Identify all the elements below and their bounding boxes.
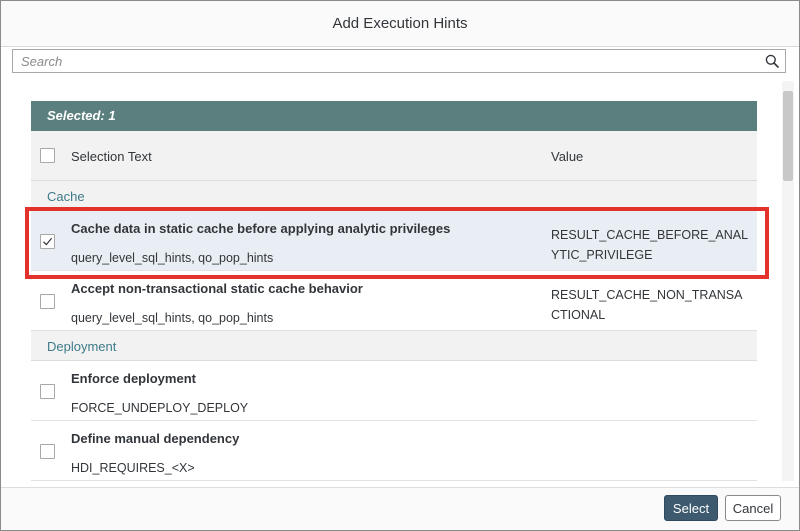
group-label: Cache	[47, 189, 85, 204]
scrollbar-thumb[interactable]	[783, 91, 793, 181]
row-title: Accept non-transactional static cache be…	[71, 281, 363, 296]
execution-hints-dialog: Add Execution Hints Selected: 1 Selectio…	[0, 0, 800, 531]
table-row[interactable]: Accept non-transactional static cache be…	[31, 271, 757, 331]
row-value: RESULT_CACHE_NON_TRANSACTIONAL	[551, 288, 743, 322]
select-button[interactable]: Select	[664, 495, 718, 521]
table-row[interactable]: Enforce deployment FORCE_UNDEPLOY_DEPLOY	[31, 361, 757, 421]
selection-count-bar: Selected: 1	[31, 101, 757, 131]
row-subtitle: HDI_REQUIRES_<X>	[71, 461, 195, 475]
group-header-cache: Cache	[31, 181, 757, 211]
checkmark-icon	[43, 237, 53, 246]
group-label: Deployment	[47, 339, 117, 354]
table-header: Selection Text Value	[31, 131, 757, 181]
select-all-checkbox[interactable]	[40, 148, 55, 163]
row-checkbox[interactable]	[40, 384, 55, 399]
row-title: Enforce deployment	[71, 371, 196, 386]
row-subtitle: query_level_sql_hints, qo_pop_hints	[71, 311, 274, 325]
table-row[interactable]: Cache data in static cache before applyi…	[31, 211, 757, 271]
column-header-selection-text: Selection Text	[71, 149, 152, 164]
dialog-title: Add Execution Hints	[332, 15, 468, 32]
row-value: RESULT_CACHE_BEFORE_ANALYTIC_PRIVILEGE	[551, 228, 749, 262]
search-icon[interactable]	[761, 51, 783, 71]
row-checkbox[interactable]	[40, 234, 55, 249]
column-header-value: Value	[551, 149, 584, 164]
row-title: Define manual dependency	[71, 431, 240, 446]
search-field[interactable]	[12, 49, 786, 73]
search-row	[1, 47, 799, 75]
dialog-header: Add Execution Hints	[1, 1, 799, 47]
cancel-button[interactable]: Cancel	[725, 495, 781, 521]
row-subtitle: FORCE_UNDEPLOY_DEPLOY	[71, 401, 249, 415]
hints-list-container: Selected: 1 Selection Text Value Cache C…	[1, 77, 799, 487]
search-input[interactable]	[13, 50, 753, 72]
table-row[interactable]: Define manual dependency HDI_REQUIRES_<X…	[31, 421, 757, 481]
row-checkbox[interactable]	[40, 294, 55, 309]
row-subtitle: query_level_sql_hints, qo_pop_hints	[71, 251, 274, 265]
hints-table: Selected: 1 Selection Text Value Cache C…	[31, 101, 757, 481]
row-title: Cache data in static cache before applyi…	[71, 221, 451, 236]
dialog-footer: Select Cancel	[1, 487, 799, 530]
group-header-deployment: Deployment	[31, 331, 757, 361]
row-checkbox[interactable]	[40, 444, 55, 459]
